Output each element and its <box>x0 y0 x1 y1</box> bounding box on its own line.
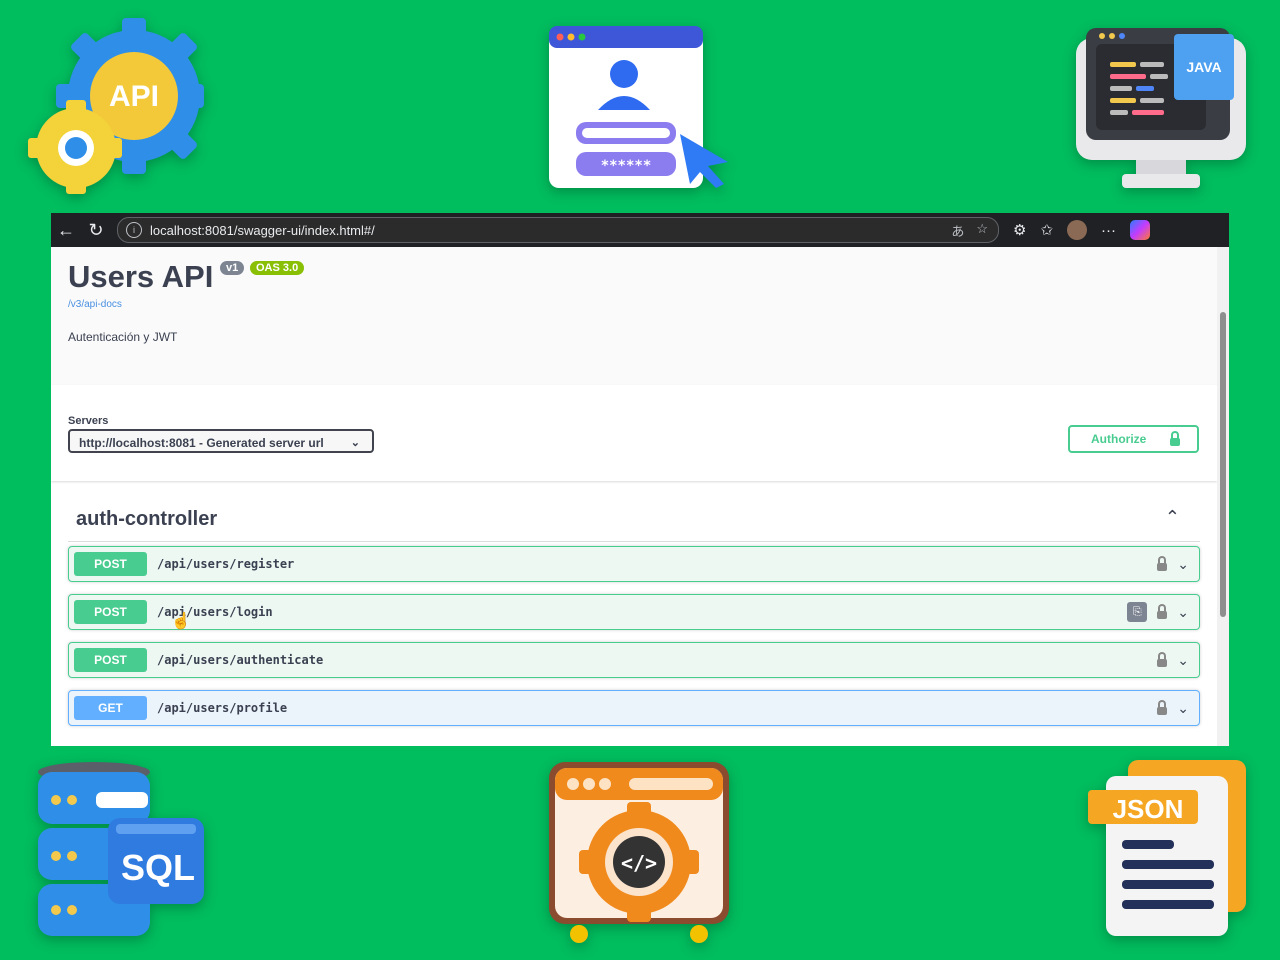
avatar[interactable] <box>1067 220 1088 240</box>
api-gear-icon: API <box>22 14 204 196</box>
method-badge: POST <box>74 552 147 576</box>
method-badge: POST <box>74 600 147 624</box>
page-title: Users API <box>68 259 214 294</box>
server-select-value: http://localhost:8081 - Generated server… <box>79 436 324 450</box>
method-badge: GET <box>74 696 147 720</box>
favorite-star-icon[interactable]: ☆ <box>976 221 988 240</box>
operation-row[interactable]: POST /api/users/login ⎘ ⌄ <box>68 594 1200 630</box>
sql-database-icon: SQL <box>36 760 206 940</box>
chevron-down-icon[interactable]: ⌄ <box>1177 556 1189 573</box>
operation-path: /api/users/register <box>157 557 295 571</box>
swagger-page: Users API v1 OAS 3.0 /v3/api-docs Autent… <box>51 247 1229 746</box>
sql-label: SQL <box>121 847 195 888</box>
chevron-down-icon[interactable]: ⌄ <box>1177 652 1189 669</box>
site-info-icon[interactable]: i <box>126 222 142 238</box>
chevron-up-icon[interactable]: ⌃ <box>1165 507 1180 528</box>
chevron-down-icon[interactable]: ⌄ <box>1177 700 1189 717</box>
tag-name: auth-controller <box>76 508 218 530</box>
chevron-down-icon[interactable]: ⌄ <box>1177 604 1189 621</box>
version-badge: v1 <box>220 261 245 275</box>
chevron-down-icon: ⌄ <box>350 437 360 449</box>
lock-icon[interactable] <box>1157 699 1168 715</box>
vertical-scrollbar[interactable] <box>1217 247 1229 746</box>
java-monitor-icon: JAVA <box>1076 24 1248 190</box>
servers-label: Servers <box>68 415 109 427</box>
url-text[interactable]: localhost:8081/swagger-ui/index.html#/ <box>150 223 375 238</box>
more-menu-icon[interactable]: ··· <box>1101 222 1116 239</box>
authorize-button[interactable]: Authorize <box>1068 425 1199 453</box>
favorites-icon[interactable]: ✩ <box>1040 221 1053 239</box>
browser-toolbar: ← ↻ i localhost:8081/swagger-ui/index.ht… <box>51 213 1229 247</box>
authorize-label: Authorize <box>1091 432 1147 446</box>
api-description: Autenticación y JWT <box>68 330 178 344</box>
password-mask: ****** <box>601 158 652 174</box>
lock-icon <box>1170 430 1181 446</box>
tag-section-header[interactable]: auth-controller ⌃ <box>68 507 1200 542</box>
extensions-icon[interactable]: ⚙ <box>1013 221 1026 239</box>
operation-row[interactable]: POST /api/users/authenticate ⌄ <box>68 642 1200 678</box>
scrollbar-thumb[interactable] <box>1220 312 1226 617</box>
code-gear-window-icon: </> <box>549 762 731 946</box>
svg-text:</>: </> <box>621 851 657 875</box>
api-docs-link[interactable]: /v3/api-docs <box>68 299 122 310</box>
server-select[interactable]: http://localhost:8081 - Generated server… <box>68 429 374 453</box>
operation-row[interactable]: POST /api/users/register ⌄ <box>68 546 1200 582</box>
method-badge: POST <box>74 648 147 672</box>
operation-row[interactable]: GET /api/users/profile ⌄ <box>68 690 1200 726</box>
operation-path: /api/users/authenticate <box>157 653 324 667</box>
java-label: JAVA <box>1186 59 1221 75</box>
operation-path: /api/users/profile <box>157 701 288 715</box>
login-window-icon: ****** <box>548 26 738 190</box>
api-gear-text: API <box>109 80 159 113</box>
back-icon[interactable]: ← <box>51 213 81 247</box>
reload-icon[interactable]: ↻ <box>81 213 111 247</box>
servers-section: Servers http://localhost:8081 - Generate… <box>51 385 1217 481</box>
json-document-icon: JSON <box>1086 760 1250 940</box>
json-label: JSON <box>1113 794 1184 824</box>
lock-icon[interactable] <box>1157 555 1168 571</box>
copilot-icon[interactable] <box>1130 220 1151 240</box>
hand-cursor-icon: ☝ <box>171 613 191 630</box>
lock-icon[interactable] <box>1157 603 1168 619</box>
translate-icon[interactable]: あ <box>951 221 964 240</box>
browser-window: ← ↻ i localhost:8081/swagger-ui/index.ht… <box>51 213 1229 746</box>
oas-badge: OAS 3.0 <box>250 261 305 275</box>
api-info: Users API v1 OAS 3.0 /v3/api-docs Autent… <box>51 247 1217 385</box>
address-bar[interactable]: i localhost:8081/swagger-ui/index.html#/… <box>117 217 999 243</box>
lock-icon[interactable] <box>1157 651 1168 667</box>
copy-clipboard-icon[interactable]: ⎘ <box>1127 602 1148 622</box>
